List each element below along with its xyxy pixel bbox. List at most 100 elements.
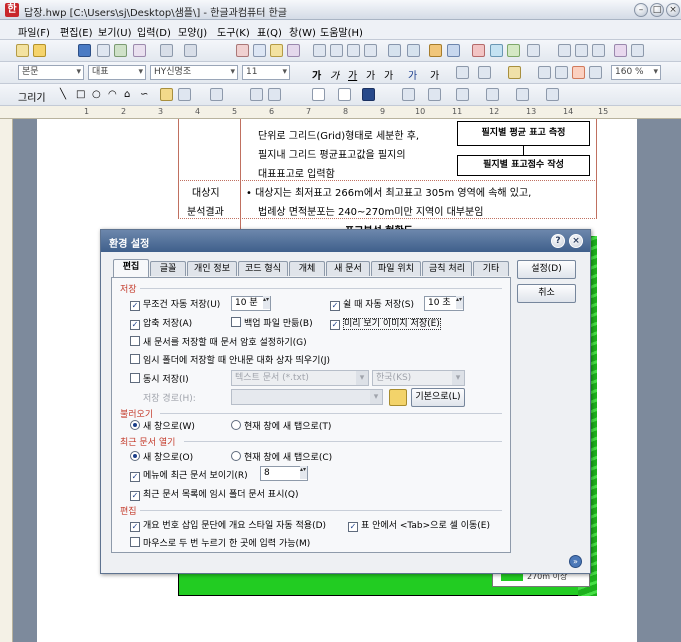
checkbox-checked[interactable]: ✓ xyxy=(130,491,140,501)
open-current-window-radio[interactable]: 현재 창에 새 탭으로(T) xyxy=(231,419,331,432)
draw-object-icon[interactable] xyxy=(388,44,401,57)
idle-save-seconds-spinner[interactable]: 10 초 xyxy=(424,296,464,311)
spellcheck-icon[interactable] xyxy=(133,44,146,57)
page-break-icon[interactable] xyxy=(558,44,571,57)
font-size-combo[interactable]: 11 xyxy=(242,65,290,80)
line-tool-icon[interactable]: ╲ xyxy=(60,89,66,100)
horizontal-ruler[interactable]: 1 2 3 4 5 6 7 8 9 10 11 12 13 14 15 xyxy=(0,106,681,119)
tab-new-document[interactable]: 새 문서 xyxy=(326,261,370,276)
cancel-button[interactable]: 취소 xyxy=(517,284,576,303)
outline-style-checkbox[interactable]: ✓ 개요 번호 삽입 문단에 개요 스타일 자동 적용(D) xyxy=(130,518,326,532)
tab-font[interactable]: 글꼴 xyxy=(150,261,186,276)
compress-save-checkbox[interactable]: ✓ 압축 저장(A) xyxy=(130,316,192,330)
checkbox-unchecked[interactable] xyxy=(130,336,140,346)
line-spacing-icon[interactable] xyxy=(478,66,491,79)
paste-icon[interactable] xyxy=(270,44,283,57)
picture-icon[interactable] xyxy=(429,44,442,57)
hyperlink-icon[interactable] xyxy=(527,44,540,57)
line-style-icon[interactable] xyxy=(402,88,415,101)
tab-etc[interactable]: 기타 xyxy=(473,261,509,276)
menu-help[interactable]: 도움말(H) xyxy=(320,24,363,39)
checkbox-checked[interactable]: ✓ xyxy=(348,522,358,532)
redo-icon[interactable] xyxy=(184,44,197,57)
symbol-icon[interactable] xyxy=(507,44,520,57)
page-setup-icon[interactable] xyxy=(364,44,377,57)
clear-format-icon[interactable] xyxy=(456,66,469,79)
copy-icon[interactable] xyxy=(253,44,266,57)
tab-code-format[interactable]: 코드 형식 xyxy=(238,261,288,276)
preview-icon[interactable] xyxy=(114,44,127,57)
checkbox-checked[interactable]: ✓ xyxy=(330,301,340,311)
dialog-title-bar[interactable]: 환경 설정 ? × xyxy=(101,230,590,252)
pencil-tool-icon[interactable] xyxy=(160,88,173,101)
radio-unselected[interactable] xyxy=(231,420,241,430)
style-combo[interactable]: 본문 xyxy=(18,65,84,80)
open-folder-icon[interactable] xyxy=(33,44,46,57)
cut-icon[interactable] xyxy=(236,44,249,57)
autosave-checkbox[interactable]: ✓ 무조건 자동 저장(U) xyxy=(130,297,220,311)
menu-tools[interactable]: 도구(K) xyxy=(217,24,250,39)
font-color-icon[interactable]: 가 xyxy=(408,67,417,82)
menu-insert[interactable]: 입력(D) xyxy=(137,24,171,39)
arc-tool-icon[interactable]: ◠ xyxy=(108,89,117,100)
tab-object[interactable]: 개체 xyxy=(289,261,325,276)
idle-save-checkbox[interactable]: ✓ 쉴 때 자동 저장(S) xyxy=(330,297,414,311)
double-click-input-checkbox[interactable]: 마우스로 두 번 누르기 한 곳에 입력 가능(M) xyxy=(130,536,310,549)
group-icon[interactable] xyxy=(250,88,263,101)
tab-cell-move-checkbox[interactable]: ✓ 표 안에서 <Tab>으로 셀 이동(E) xyxy=(348,518,490,532)
minimize-icon[interactable]: – xyxy=(634,3,648,17)
presentation-icon[interactable] xyxy=(614,44,627,57)
default-path-button[interactable]: 기본으로(L) xyxy=(411,388,465,407)
checkbox-unchecked[interactable] xyxy=(130,537,140,547)
find-icon[interactable] xyxy=(592,44,605,57)
expand-chevron-icon[interactable]: » xyxy=(569,555,582,568)
recent-temp-checkbox[interactable]: ✓ 최근 문서 목록에 임시 폴더 문서 표시(Q) xyxy=(130,487,298,501)
new-doc-password-checkbox[interactable]: 새 문서를 저장할 때 문서 암호 설정하기(G) xyxy=(130,335,307,348)
save-icon[interactable] xyxy=(78,44,91,57)
arrow-style-icon[interactable] xyxy=(456,88,469,101)
tab-edit[interactable]: 편집 xyxy=(113,259,149,277)
browse-folder-icon[interactable] xyxy=(389,389,407,406)
undo-icon[interactable] xyxy=(160,44,173,57)
tab-file-location[interactable]: 파일 위치 xyxy=(371,261,421,276)
backup-file-checkbox[interactable]: 백업 파일 만듦(B) xyxy=(231,316,313,329)
save-path-input[interactable] xyxy=(231,389,383,405)
character-shape-icon[interactable] xyxy=(313,44,326,57)
draw-menu-label[interactable]: 그리기 xyxy=(18,89,46,104)
font-combo[interactable]: HY신명조 xyxy=(150,65,238,80)
select-object-icon[interactable] xyxy=(210,88,223,101)
align-justify-icon[interactable] xyxy=(538,66,551,79)
align-right-icon[interactable] xyxy=(589,66,602,79)
subscript-icon[interactable]: 가 xyxy=(384,67,393,82)
menu-table[interactable]: 표(Q) xyxy=(257,24,282,39)
line-width-icon[interactable] xyxy=(428,88,441,101)
menu-edit[interactable]: 편집(E) xyxy=(60,24,93,39)
menu-view[interactable]: 보기(U) xyxy=(98,24,132,39)
format-painter-icon[interactable] xyxy=(287,44,300,57)
style-icon[interactable] xyxy=(347,44,360,57)
fill-color-icon[interactable] xyxy=(338,88,351,101)
tab-personal-info[interactable]: 개인 정보 xyxy=(187,261,237,276)
checkbox-unchecked[interactable] xyxy=(130,373,140,383)
temp-folder-notice-checkbox[interactable]: 임시 폴더에 저장할 때 안내문 대화 상자 띄우기(J) xyxy=(130,353,330,366)
curve-tool-icon[interactable]: ∽ xyxy=(140,89,148,100)
options-icon[interactable] xyxy=(631,44,644,57)
ok-button[interactable]: 설정(D) xyxy=(517,260,576,279)
underline-icon[interactable]: 가 xyxy=(348,67,357,82)
menu-file[interactable]: 파일(F) xyxy=(18,24,50,39)
radio-unselected[interactable] xyxy=(231,451,241,461)
help-icon[interactable]: ? xyxy=(551,234,565,248)
align-center-icon[interactable] xyxy=(572,66,585,79)
simultaneous-format-combo[interactable]: 텍스트 문서 (*.txt) xyxy=(231,370,369,386)
line-color-icon[interactable] xyxy=(312,88,325,101)
checkbox-checked[interactable]: ✓ xyxy=(130,320,140,330)
open-new-window-radio[interactable]: 새 창으로(W) xyxy=(130,419,195,432)
recent-current-window-radio[interactable]: 현재 창에 새 탭으로(C) xyxy=(231,450,332,463)
pen-icon[interactable] xyxy=(508,66,521,79)
highlight-icon[interactable]: 가 xyxy=(430,67,439,82)
textbox-icon[interactable] xyxy=(407,44,420,57)
simultaneous-encoding-combo[interactable]: 한국(KS) xyxy=(372,370,465,386)
paragraph-shape-icon[interactable] xyxy=(330,44,343,57)
dialog-close-icon[interactable]: × xyxy=(569,234,583,248)
checkbox-checked[interactable]: ✓ xyxy=(130,522,140,532)
